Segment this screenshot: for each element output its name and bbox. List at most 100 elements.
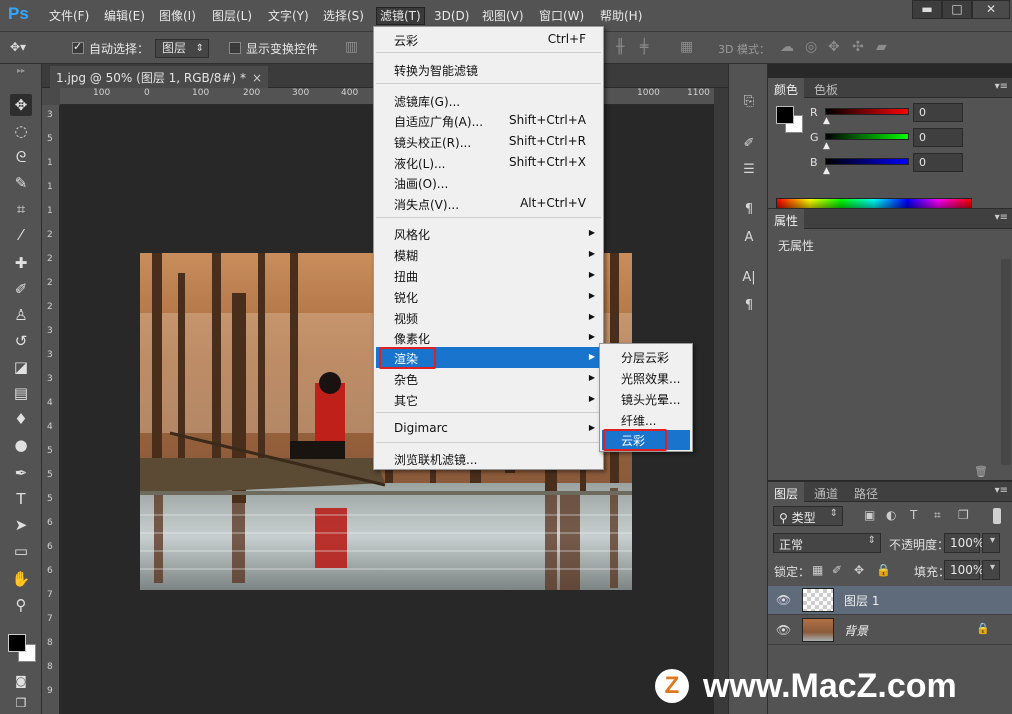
menu-3d[interactable]: 3D(D) [434,8,469,26]
menu-image[interactable]: 图像(I) [159,8,196,26]
channel-value-input[interactable]: 0 [913,103,963,122]
filter-menu-item[interactable]: Digimarc [394,421,448,435]
menu-view[interactable]: 视图(V) [482,8,524,26]
filter-menu-item[interactable]: 转换为智能滤镜 [394,62,478,79]
blur-tool-icon[interactable]: ♦ [10,408,32,430]
panel-menu-icon[interactable]: ▾≡ [995,485,1008,496]
slider-knob-icon[interactable]: ▲ [823,141,830,151]
document-tab[interactable]: 1.jpg @ 50% (图层 1, RGB/8#) * × [50,66,269,88]
channel-value-input[interactable]: 0 [913,153,963,172]
menu-window[interactable]: 窗口(W) [539,8,584,26]
menu-file[interactable]: 文件(F) [49,8,89,26]
lock-pixels-icon[interactable]: ✐ [832,563,842,577]
rectangle-tool-icon[interactable]: ▭ [10,540,32,562]
quick-mask-icon[interactable]: ◙ [10,670,32,692]
trash-icon[interactable]: 🗑 [974,465,988,478]
crop-tool-icon[interactable]: ⌗ [10,198,32,220]
filter-menu-item[interactable]: 视频 [394,310,418,327]
fill-dropdown[interactable]: ▾ [982,560,1000,580]
tab-properties[interactable]: 属性 [768,209,805,229]
layer-row[interactable]: 👁 图层 1 [768,586,1012,615]
eraser-tool-icon[interactable]: ◪ [10,356,32,378]
layer-name[interactable]: 背景 [844,622,868,639]
screen-mode-icon[interactable]: ❐ [10,692,32,714]
render-submenu-item[interactable]: 纤维... [621,412,656,429]
filter-toggle[interactable] [993,508,1001,524]
quick-select-tool-icon[interactable]: ✎ [10,172,32,194]
filter-pixel-icon[interactable]: ▣ [864,508,875,522]
move-tool-icon[interactable]: ✥ [10,94,32,116]
lock-all-icon[interactable]: 🔒 [876,563,891,577]
filter-menu-item[interactable]: 镜头校正(R)... [394,134,471,151]
auto-align-icon[interactable]: ▦ [680,39,693,55]
filter-menu-item[interactable]: 风格化 [394,226,430,243]
menu-edit[interactable]: 编辑(E) [104,8,145,26]
path-select-tool-icon[interactable]: ➤ [10,514,32,536]
properties-scrollbar[interactable] [1001,259,1011,465]
filter-menu-item[interactable]: 像素化 [394,330,430,347]
filter-menu-item[interactable]: 滤镜库(G)... [394,93,460,110]
dodge-tool-icon[interactable]: ● [10,434,32,456]
filter-menu-item[interactable]: 其它 [394,392,418,409]
channel-slider[interactable] [825,158,909,165]
opacity-input[interactable]: 100% [944,533,984,553]
tab-swatches[interactable]: 色板 [808,78,844,98]
layer-filter-select[interactable]: ⚲ 类型 ⇕ [773,506,843,526]
slider-knob-icon[interactable]: ▲ [823,166,830,176]
character-panel-icon[interactable]: A| [739,268,759,288]
filter-adjustment-icon[interactable]: ◐ [886,508,896,522]
filter-menu-item[interactable]: 油画(O)... [394,175,448,192]
menu-select[interactable]: 选择(S) [323,8,364,26]
menu-filter[interactable]: 滤镜(T) [376,7,425,25]
close-button[interactable]: ✕ [972,0,1010,19]
filter-menu-item[interactable]: 液化(L)... [394,155,446,172]
render-submenu-item[interactable]: 光照效果... [621,370,680,387]
filter-menu-item[interactable]: 消失点(V)... [394,196,459,213]
channel-slider[interactable] [825,108,909,115]
paragraph-styles-icon[interactable]: ¶ [739,200,759,220]
show-transform-checkbox[interactable] [229,42,241,54]
layer-row[interactable]: 👁 背景 🔒 [768,616,1012,645]
brush-tool-icon[interactable]: ✐ [10,278,32,300]
close-tab-icon[interactable]: × [252,71,262,85]
distribute-icon[interactable]: ╫ [616,39,624,55]
fill-input[interactable]: 100% [944,560,984,580]
render-submenu-item[interactable]: 镜头光晕... [621,391,680,408]
filter-menu-item[interactable]: 自适应广角(A)... [394,113,483,130]
pen-tool-icon[interactable]: ✒ [10,462,32,484]
menu-help[interactable]: 帮助(H) [600,8,642,26]
filter-menu-item[interactable]: 锐化 [394,289,418,306]
menu-layer[interactable]: 图层(L) [212,8,252,26]
minimize-button[interactable]: ▬ [912,0,942,19]
filter-type-icon[interactable]: T [910,508,917,522]
scale-3d-icon[interactable]: ▰ [876,39,887,55]
gradient-tool-icon[interactable]: ▤ [10,382,32,404]
lock-transparency-icon[interactable]: ▦ [812,563,823,577]
blend-mode-select[interactable]: 正常 ⇕ [773,533,881,553]
eyedropper-tool-icon[interactable]: ⁄ [10,224,32,246]
filter-menu-item[interactable]: 杂色 [394,371,418,388]
pan-3d-icon[interactable]: ✥ [828,39,840,55]
tab-color[interactable]: 颜色 [768,78,805,98]
ruler-origin[interactable] [42,88,60,105]
filter-menu-item[interactable]: 浏览联机滤镜... [394,451,477,468]
healing-brush-tool-icon[interactable]: ✚ [10,252,32,274]
opacity-dropdown[interactable]: ▾ [982,533,1000,553]
visibility-eye-icon[interactable]: 👁 [776,593,791,607]
hand-tool-icon[interactable]: ✋ [10,568,32,590]
channel-slider[interactable] [825,133,909,140]
clone-stamp-tool-icon[interactable]: ♙ [10,304,32,326]
visibility-eye-icon[interactable]: 👁 [776,623,791,637]
filter-menu-item[interactable]: 模糊 [394,247,418,264]
lasso-tool-icon[interactable]: ᘓ [10,146,32,168]
orbit-3d-icon[interactable]: ☁ [780,39,794,55]
filter-shape-icon[interactable]: ⌗ [934,508,941,523]
foreground-color-swatch[interactable] [8,634,26,652]
roll-3d-icon[interactable]: ◎ [805,39,817,55]
panel-menu-icon[interactable]: ▾≡ [995,81,1008,92]
paragraph-panel-icon[interactable]: ¶ [739,296,759,316]
slider-knob-icon[interactable]: ▲ [823,116,830,126]
menu-type[interactable]: 文字(Y) [268,8,309,26]
character-styles-icon[interactable]: A [739,228,759,248]
panel-menu-icon[interactable]: ▾≡ [995,212,1008,223]
